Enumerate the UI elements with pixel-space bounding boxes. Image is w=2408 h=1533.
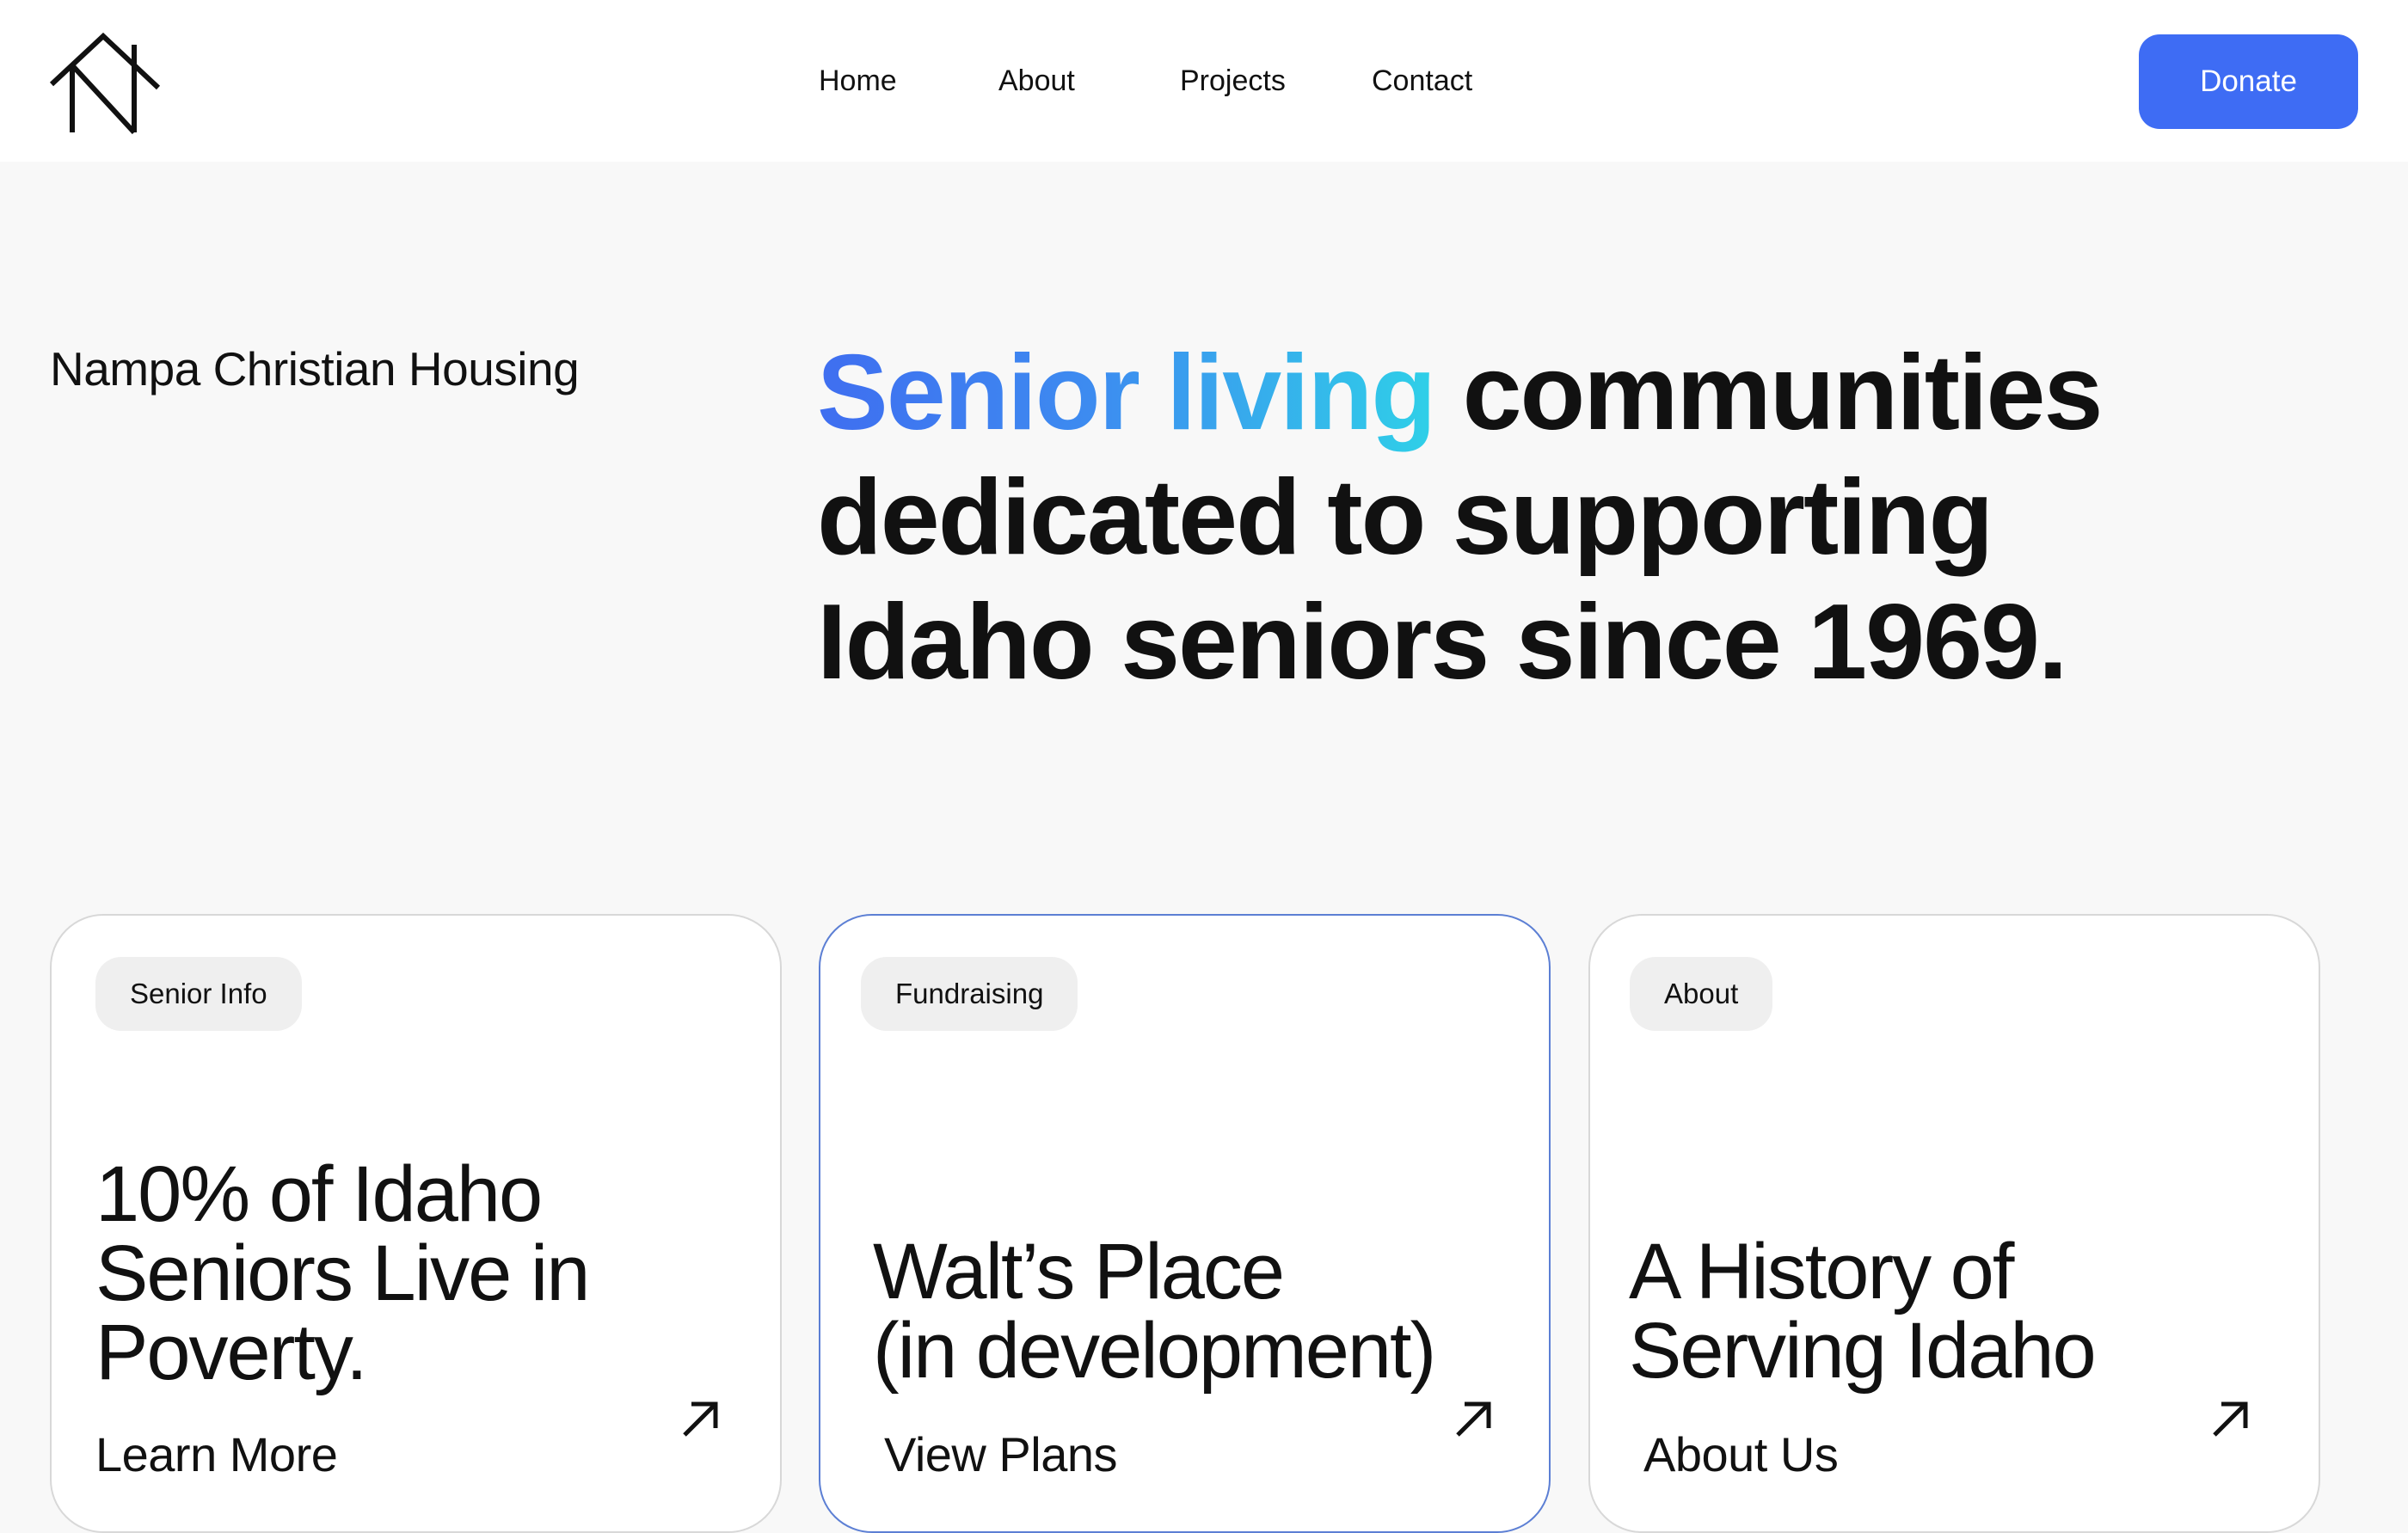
- nav-home-link[interactable]: Home: [819, 62, 897, 100]
- card-tag: Fundraising: [861, 957, 1078, 1031]
- card-tag: About: [1630, 957, 1773, 1031]
- hero-headline: Senior living communities dedicated to s…: [817, 331, 2279, 705]
- nav-contact-link[interactable]: Contact: [1372, 62, 1472, 100]
- card-title: Walt’s Place (in development): [873, 1228, 1436, 1395]
- card-title-line: Seniors Live in: [95, 1229, 590, 1317]
- card-title-line: (in development): [873, 1307, 1436, 1395]
- card-title-line: A History of: [1629, 1228, 2014, 1315]
- about-us-link[interactable]: About Us: [1643, 1425, 1839, 1485]
- card-fundraising[interactable]: Fundraising Walt’s Place (in development…: [819, 914, 1551, 1533]
- nav-about-link[interactable]: About: [998, 62, 1075, 100]
- hero-headline-accent: Senior living: [817, 334, 1436, 452]
- card-tag: Senior Info: [95, 957, 302, 1031]
- card-title-line: Poverty.: [95, 1309, 368, 1396]
- arrow-up-right-icon[interactable]: [2209, 1397, 2252, 1440]
- card-title-line: Walt’s Place: [873, 1228, 1285, 1315]
- card-about[interactable]: About A History of Serving Idaho About U…: [1588, 914, 2320, 1533]
- main-nav: Home About Projects Contact: [0, 0, 2408, 162]
- donate-button[interactable]: Donate: [2139, 34, 2358, 129]
- learn-more-link[interactable]: Learn More: [95, 1425, 338, 1485]
- view-plans-link[interactable]: View Plans: [884, 1425, 1118, 1485]
- card-senior-info[interactable]: Senior Info 10% of Idaho Seniors Live in…: [50, 914, 782, 1533]
- nav-projects-link[interactable]: Projects: [1180, 62, 1286, 100]
- card-title: A History of Serving Idaho: [1629, 1228, 2097, 1395]
- card-title-line: 10% of Idaho: [95, 1150, 543, 1238]
- card-title: 10% of Idaho Seniors Live in Poverty.: [95, 1150, 590, 1396]
- arrow-up-right-icon[interactable]: [679, 1397, 722, 1440]
- organization-name: Nampa Christian Housing: [50, 342, 580, 396]
- arrow-up-right-icon[interactable]: [1453, 1397, 1496, 1440]
- card-title-line: Serving Idaho: [1629, 1307, 2097, 1395]
- site-header: Home About Projects Contact Donate: [0, 0, 2408, 162]
